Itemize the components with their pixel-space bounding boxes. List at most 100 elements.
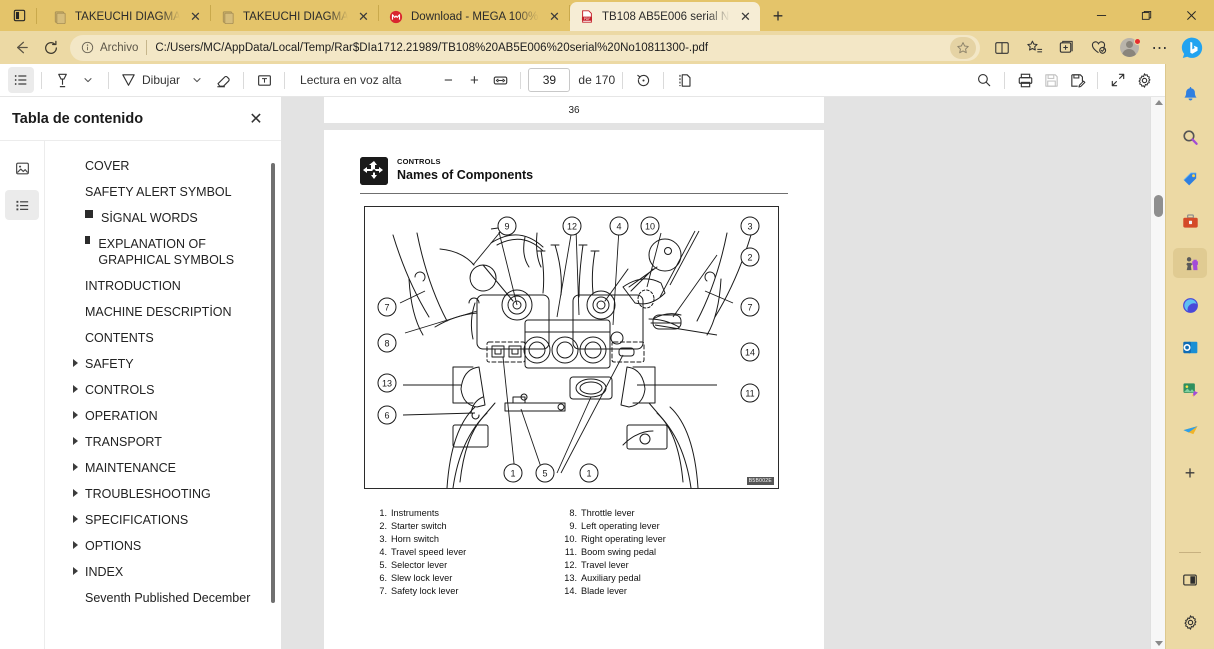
search-icon[interactable]	[1173, 122, 1207, 152]
highlight-tool-caret[interactable]	[75, 67, 101, 93]
chevron-right-icon[interactable]	[73, 437, 78, 445]
collections-icon[interactable]	[1050, 34, 1082, 62]
toc-item-contents[interactable]: CONTENTS	[45, 325, 265, 351]
section-header-text: CONTROLS Names of Components	[397, 157, 533, 182]
tab-list-icon[interactable]	[6, 3, 32, 29]
favorites-icon[interactable]	[1018, 34, 1050, 62]
zoom-out-button[interactable]: −	[435, 67, 461, 93]
toc-item-explanation-of-graphical-symbols[interactable]: EXPLANATION OF GRAPHICAL SYMBOLS	[45, 231, 265, 273]
toc-list[interactable]: COVER SAFETY ALERT SYMBOL SİGNAL WORDS E…	[45, 141, 281, 649]
chevron-right-icon[interactable]	[73, 541, 78, 549]
tools-briefcase-icon[interactable]	[1173, 206, 1207, 236]
text-tool-button[interactable]	[251, 67, 277, 93]
outlook-icon[interactable]	[1173, 332, 1207, 362]
toc-item-operation[interactable]: OPERATION	[45, 403, 265, 429]
chevron-right-icon[interactable]	[73, 411, 78, 419]
omnibox[interactable]: Archivo C:/Users/MC/AppData/Local/Temp/R…	[70, 35, 980, 61]
toc-item-controls[interactable]: CONTROLS	[45, 377, 265, 403]
maximize-button[interactable]	[1124, 0, 1169, 31]
back-button[interactable]	[6, 34, 36, 62]
draw-tool-button[interactable]: Dibujar	[116, 67, 184, 93]
contents-view-button[interactable]	[5, 190, 39, 220]
chevron-right-icon[interactable]	[73, 489, 78, 497]
browser-tab[interactable]: TAKEUCHI DIAGMASTER ENGINE ✕	[211, 2, 378, 31]
rotate-button[interactable]	[630, 67, 656, 93]
toc-item-troubleshooting[interactable]: TROUBLESHOOTING	[45, 481, 265, 507]
browser-tab-active[interactable]: PDF TB108 AB5E006 serial No1081130 ✕	[570, 2, 760, 31]
split-screen-icon[interactable]	[986, 34, 1018, 62]
add-sidebar-icon[interactable]: +	[1173, 458, 1207, 488]
toc-item-cover[interactable]: COVER	[45, 153, 265, 179]
save-as-button[interactable]	[1064, 67, 1090, 93]
refresh-button[interactable]	[36, 34, 66, 62]
save-button[interactable]	[1038, 67, 1064, 93]
fullscreen-button[interactable]	[1105, 67, 1131, 93]
avatar[interactable]	[1114, 34, 1144, 62]
print-button[interactable]	[1012, 67, 1038, 93]
close-button[interactable]	[1169, 0, 1214, 31]
toc-item-signal-words[interactable]: SİGNAL WORDS	[45, 205, 265, 231]
toc-item-index[interactable]: INDEX	[45, 559, 265, 585]
toc-scrollbar[interactable]	[271, 163, 275, 603]
tab-close-button[interactable]: ✕	[737, 8, 754, 25]
microsoft365-icon[interactable]	[1173, 290, 1207, 320]
games-icon[interactable]	[1173, 248, 1207, 278]
settings-button[interactable]	[1131, 67, 1157, 93]
toc-close-button[interactable]: ✕	[243, 106, 269, 132]
chevron-right-icon[interactable]	[73, 385, 78, 393]
toc-item-transport[interactable]: TRANSPORT	[45, 429, 265, 455]
info-icon[interactable]	[78, 39, 96, 57]
notifications-icon[interactable]	[1173, 80, 1207, 110]
send-icon[interactable]	[1173, 416, 1207, 446]
viewer-scrollbar[interactable]	[1150, 97, 1165, 649]
scroll-up-arrow-icon[interactable]	[1155, 100, 1163, 105]
toc-item-machine-description[interactable]: MACHINE DESCRIPTİON	[45, 299, 265, 325]
rail-divider	[1179, 552, 1201, 553]
browser-tab[interactable]: TAKEUCHI DIAGMASTER ENGINE ✕	[43, 2, 210, 31]
chevron-right-icon[interactable]	[73, 359, 78, 367]
toc-item-safety-alert-symbol[interactable]: SAFETY ALERT SYMBOL	[45, 179, 265, 205]
toc-item-options[interactable]: OPTIONS	[45, 533, 265, 559]
browser-essentials-icon[interactable]	[1082, 34, 1114, 62]
svg-text:7: 7	[747, 303, 752, 313]
chevron-right-icon[interactable]	[73, 463, 78, 471]
zoom-in-button[interactable]: +	[461, 67, 487, 93]
thumbnails-view-button[interactable]	[5, 153, 39, 183]
scroll-down-arrow-icon[interactable]	[1155, 641, 1163, 646]
page-number-input[interactable]: 39	[528, 68, 570, 92]
toc-item-introduction[interactable]: INTRODUCTION	[45, 273, 265, 299]
new-tab-button[interactable]: +	[764, 2, 792, 30]
draw-tool-caret[interactable]	[184, 67, 210, 93]
toc-item-seventh-published[interactable]: Seventh Published December	[45, 585, 265, 611]
scrollbar-thumb[interactable]	[1154, 195, 1163, 217]
sidebar-toggle-icon[interactable]	[1173, 565, 1207, 595]
read-aloud-button[interactable]: Lectura en voz alta	[296, 67, 405, 93]
tab-close-button[interactable]: ✕	[355, 8, 372, 25]
toc-item-maintenance[interactable]: MAINTENANCE	[45, 455, 265, 481]
browser-tab[interactable]: Download - MEGA 100% ✕	[379, 2, 569, 31]
item-number: 8.	[559, 507, 577, 520]
settings-gear-icon[interactable]	[1173, 607, 1207, 637]
more-options-button[interactable]: ⋯	[1144, 34, 1176, 62]
browser-window: TAKEUCHI DIAGMASTER ENGINE ✕ TAKEUCHI DI…	[0, 0, 1214, 649]
toc-item-specifications[interactable]: SPECIFICATIONS	[45, 507, 265, 533]
omnibox-url[interactable]: C:/Users/MC/AppData/Local/Temp/Rar$DIa17…	[155, 42, 950, 54]
chevron-right-icon[interactable]	[73, 567, 78, 575]
toc-item-safety[interactable]: SAFETY	[45, 351, 265, 377]
bing-copilot-icon[interactable]	[1176, 34, 1208, 62]
favorite-star-icon[interactable]	[950, 37, 976, 59]
tab-close-button[interactable]: ✕	[187, 8, 204, 25]
fit-page-button[interactable]	[487, 67, 513, 93]
tab-close-button[interactable]: ✕	[546, 8, 563, 25]
toc-toggle-button[interactable]	[8, 67, 34, 93]
minimize-button[interactable]	[1079, 0, 1124, 31]
svg-text:4: 4	[616, 222, 621, 232]
shopping-tag-icon[interactable]	[1173, 164, 1207, 194]
search-button[interactable]	[971, 67, 997, 93]
image-editor-icon[interactable]	[1173, 374, 1207, 404]
page-view-button[interactable]	[671, 67, 697, 93]
highlight-tool-button[interactable]	[49, 67, 75, 93]
chevron-right-icon[interactable]	[73, 515, 78, 523]
eraser-tool-button[interactable]	[210, 67, 236, 93]
item-label: Horn switch	[391, 533, 439, 546]
